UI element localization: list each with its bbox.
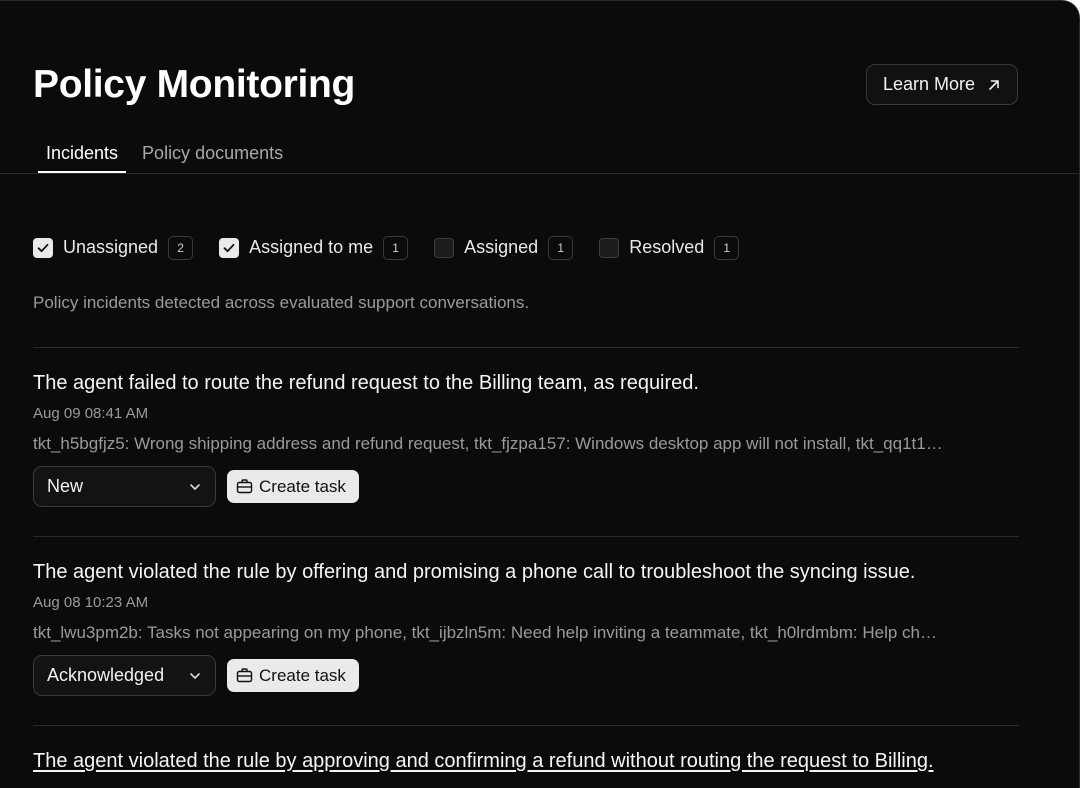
chevron-down-icon <box>190 672 200 679</box>
status-value: Acknowledged <box>47 665 165 685</box>
resolved-checkbox[interactable] <box>599 237 620 258</box>
filter-bar: Unassigned 2 Assigned to me 1 Assigned 1… <box>33 235 765 260</box>
incident-item: The agent failed to route the refund req… <box>33 370 1019 507</box>
tab-bar: Incidents Policy documents <box>38 139 291 173</box>
incident-title-link[interactable]: The agent violated the rule by approving… <box>33 748 1019 774</box>
page-description: Policy incidents detected across evaluat… <box>33 293 530 312</box>
filter-assigned-to-me[interactable]: Assigned to me 1 <box>219 235 409 260</box>
check-icon <box>223 243 235 252</box>
create-task-label: Create task <box>259 665 346 685</box>
count-badge: 2 <box>168 235 194 260</box>
count-badge: 1 <box>714 235 740 260</box>
divider <box>33 725 1019 726</box>
create-task-button[interactable]: Create task <box>227 659 359 692</box>
incident-tickets: tkt_h5bgfjz5: Wrong shipping address and… <box>33 434 943 453</box>
page-header: Policy Monitoring Learn More <box>33 59 1018 111</box>
incident-item: The agent violated the rule by offering … <box>33 559 1019 696</box>
briefcase-icon <box>236 479 253 494</box>
filter-resolved[interactable]: Resolved 1 <box>599 235 740 260</box>
learn-more-label: Learn More <box>882 74 976 94</box>
incident-title: The agent failed to route the refund req… <box>33 372 699 394</box>
briefcase-icon <box>236 668 253 683</box>
policy-monitoring-panel: Policy Monitoring Learn More Incidents P… <box>0 0 1080 788</box>
incident-tickets: tkt_lwu3pm2b: Tasks not appearing on my … <box>33 623 937 642</box>
assigned-to-me-checkbox[interactable] <box>219 237 240 258</box>
filter-label: Resolved <box>629 237 705 257</box>
filter-unassigned[interactable]: Unassigned 2 <box>33 235 194 260</box>
status-select[interactable]: Acknowledged <box>33 655 216 696</box>
arrow-up-right-icon <box>989 79 999 90</box>
status-value: New <box>47 476 84 496</box>
incident-actions: Acknowledged Create task <box>33 655 1019 696</box>
filter-label: Assigned to me <box>249 237 374 257</box>
incident-date: Aug 08 10:23 AM <box>33 594 149 611</box>
divider <box>33 347 1019 348</box>
count-badge: 1 <box>383 235 409 260</box>
assigned-checkbox[interactable] <box>434 237 455 258</box>
incident-actions: New Create task <box>33 466 1019 507</box>
incident-date: Aug 09 08:41 AM <box>33 405 149 422</box>
check-icon <box>37 243 49 252</box>
filter-assigned[interactable]: Assigned 1 <box>434 235 574 260</box>
tab-incidents[interactable]: Incidents <box>38 139 127 173</box>
create-task-label: Create task <box>259 476 346 496</box>
status-select[interactable]: New <box>33 466 216 507</box>
tab-policy-documents[interactable]: Policy documents <box>134 139 291 173</box>
count-badge: 1 <box>548 235 574 260</box>
filter-label: Unassigned <box>63 237 159 257</box>
chevron-down-icon <box>190 483 200 490</box>
filter-label: Assigned <box>464 237 539 257</box>
incident-title: The agent violated the rule by offering … <box>33 561 916 583</box>
learn-more-button[interactable]: Learn More <box>866 64 1018 105</box>
incident-item: The agent violated the rule by approving… <box>33 748 1019 774</box>
create-task-button[interactable]: Create task <box>227 470 359 503</box>
tabs-divider <box>0 173 1079 174</box>
divider <box>33 536 1019 537</box>
unassigned-checkbox[interactable] <box>33 237 53 258</box>
